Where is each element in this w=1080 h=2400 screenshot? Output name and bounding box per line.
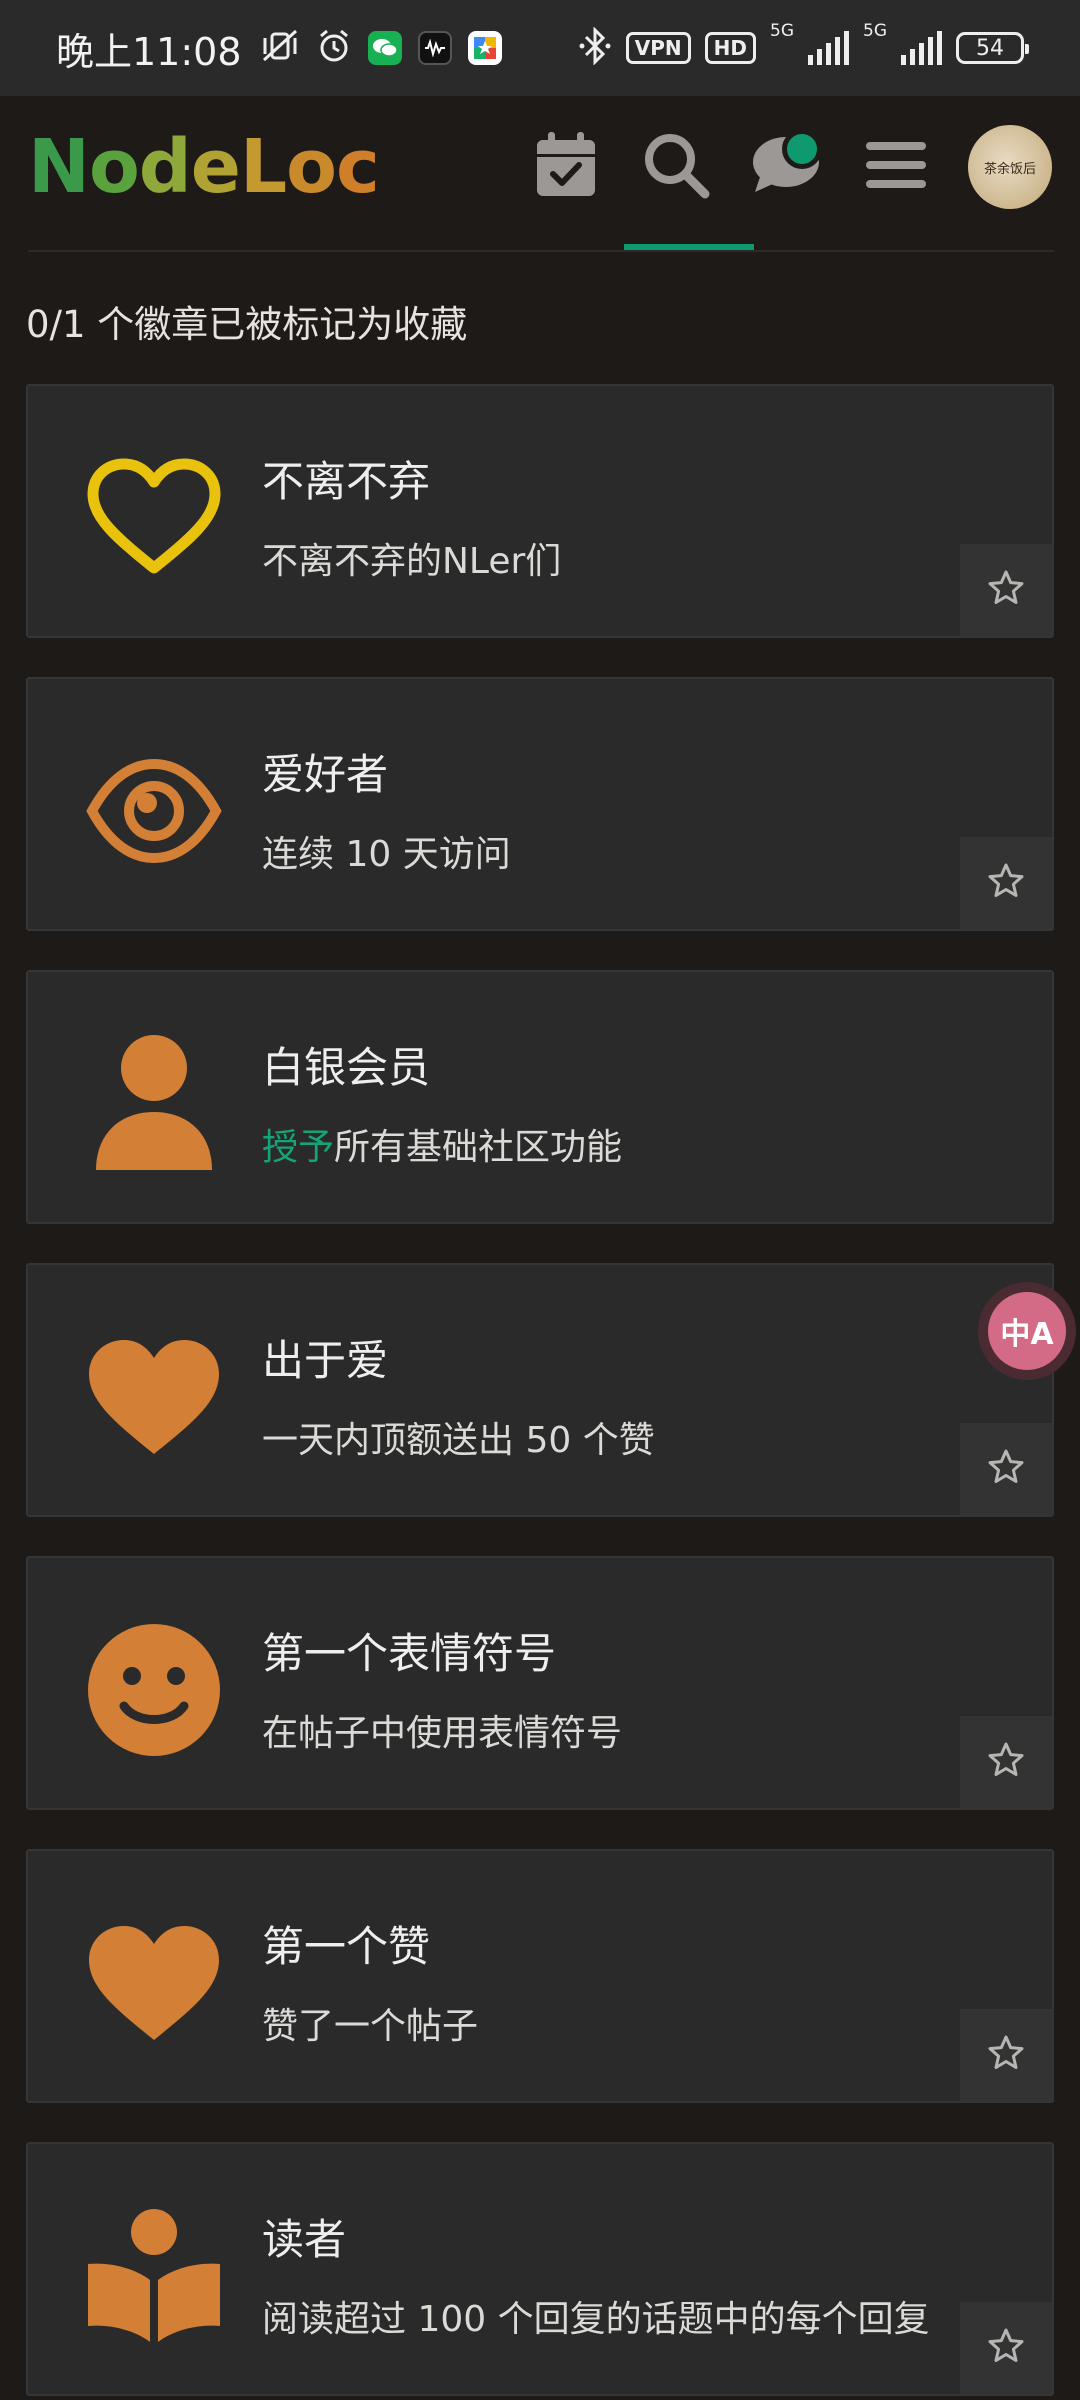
signal-strength-1-icon [808,31,849,65]
heart-icon [84,1913,224,2053]
search-button[interactable] [638,129,714,205]
star-outline-icon [987,569,1025,611]
vpn-badge: VPN [625,32,691,64]
hamburger-menu-icon [866,138,926,196]
star-outline-icon [987,1741,1025,1783]
status-left-icons [260,28,502,68]
alarm-icon [316,28,352,68]
badge-card[interactable]: 读者 阅读超过 100 个回复的话题中的每个回复 [26,2142,1054,2396]
badge-description: 阅读超过 100 个回复的话题中的每个回复 [262,2299,930,2340]
badge-card[interactable]: 出于爱 一天内顶额送出 50 个赞 [26,1263,1054,1517]
badge-description: 赞了一个帖子 [262,2006,479,2047]
favorite-badge-button[interactable] [960,544,1052,636]
favorite-badge-button[interactable] [960,2009,1052,2101]
status-right-icons: VPN HD 5G 5G 54 [578,21,1029,69]
favorite-badge-button[interactable] [960,1716,1052,1808]
chat-button[interactable] [748,129,824,205]
favorite-badge-button[interactable] [960,1423,1052,1515]
header-actions: 茶余饭后 [528,125,1052,209]
user-icon [84,1034,224,1174]
badge-description: 连续 10 天访问 [262,834,511,875]
smile-icon [84,1620,224,1760]
network-type-1: 5G [770,21,794,41]
grant-link[interactable]: 授予 [262,1127,334,1168]
vibrate-off-icon [260,28,300,68]
badge-title: 第一个赞 [262,1922,431,1971]
favorite-badge-button[interactable] [960,2302,1052,2394]
eye-icon [84,741,224,881]
star-outline-icon [987,862,1025,904]
translate-icon: 中A [988,1292,1066,1370]
badge-card[interactable]: 爱好者 连续 10 天访问 [26,677,1054,931]
search-icon [642,131,710,203]
badge-description: 不离不弃的NLer们 [262,541,562,582]
calendar-button[interactable] [528,129,604,205]
badge-description: 在帖子中使用表情符号 [262,1713,623,1754]
favorite-badge-button[interactable] [960,837,1052,929]
badge-card[interactable]: 第一个表情符号 在帖子中使用表情符号 [26,1556,1054,1810]
battery-indicator: 54 [956,32,1029,64]
badge-description: 一天内顶额送出 50 个赞 [262,1420,655,1461]
badge-card[interactable]: 白银会员 授予所有基础社区功能 [26,970,1054,1224]
favorites-summary: 0/1 个徽章已被标记为收藏 [26,303,468,346]
heart-icon [84,1327,224,1467]
site-logo[interactable]: NodeLoc [28,124,380,210]
hd-badge: HD [704,32,756,64]
badge-title: 出于爱 [262,1336,389,1385]
site-header: NodeLoc 茶余饭后 [0,96,1080,238]
book-reader-icon [84,2206,224,2346]
header-divider [28,250,1054,252]
heart-outline-icon [84,448,224,588]
status-time: 晚上11:08 [56,29,242,74]
user-avatar[interactable]: 茶余饭后 [968,125,1052,209]
star-outline-icon [987,1448,1025,1490]
star-outline-icon [987,2034,1025,2076]
badge-title: 爱好者 [262,750,389,799]
network-type-2: 5G [863,21,887,41]
badge-card[interactable]: 不离不弃 不离不弃的NLer们 [26,384,1054,638]
badge-description: 授予所有基础社区功能 [262,1127,623,1168]
signal-strength-2-icon [901,31,942,65]
badge-title: 白银会员 [262,1043,431,1092]
star-outline-icon [987,2327,1025,2369]
notification-dot [782,129,822,169]
store-app-icon [467,31,502,65]
badge-title: 第一个表情符号 [262,1629,557,1678]
badge-card[interactable]: 第一个赞 赞了一个帖子 [26,1849,1054,2103]
translate-fab-button[interactable]: 中A [978,1282,1076,1380]
badge-title: 读者 [262,2215,347,2264]
bluetooth-icon [578,26,612,69]
menu-button[interactable] [858,129,934,205]
wechat-icon [367,31,402,65]
calendar-check-icon [535,132,597,202]
audio-app-icon [417,31,452,65]
status-bar: 晚上11:08 VPN HD 5G 5G 54 [0,0,1080,96]
badge-title: 不离不弃 [262,457,431,506]
